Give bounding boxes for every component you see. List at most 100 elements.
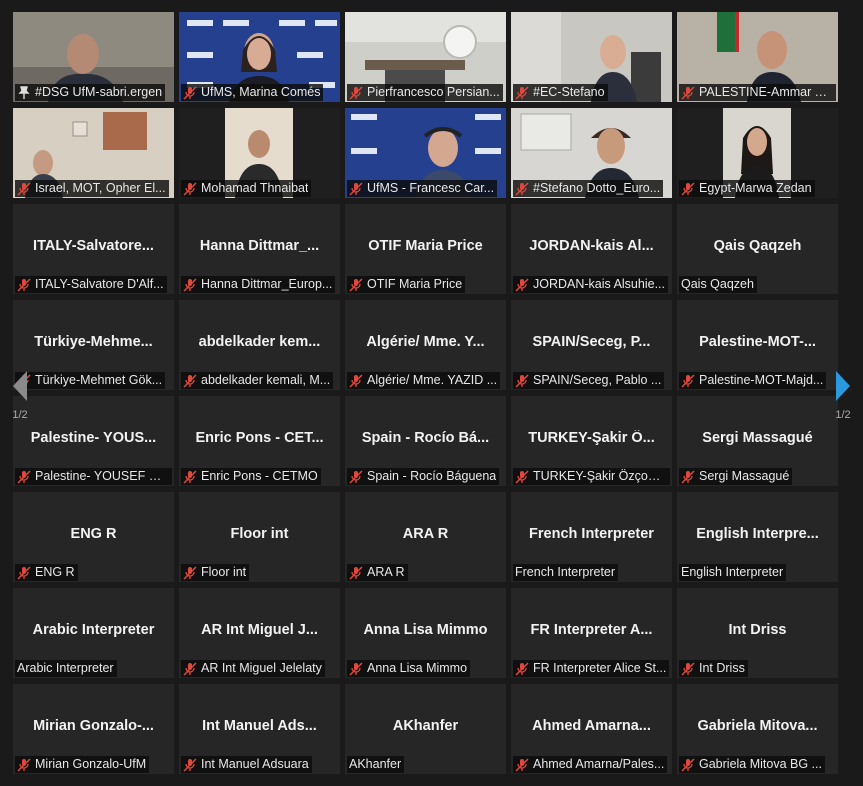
participant-name-label: AKhanfer [347, 756, 405, 773]
participant-tile[interactable]: English Interpre... English Interpreter [677, 492, 838, 582]
mic-muted-icon [681, 757, 695, 772]
mic-muted-icon [349, 277, 363, 292]
participant-tile-video[interactable]: PALESTINE-Ammar Ya... [677, 12, 838, 102]
participant-display-name: Sergi Massagué [702, 430, 813, 446]
mic-muted-icon [349, 565, 363, 580]
participant-tile[interactable]: abdelkader kem... abdelkader kemali, M..… [179, 300, 340, 390]
participant-display-name: TURKEY-Şakir Ö... [528, 430, 655, 446]
participant-tile[interactable]: Mirian Gonzalo-... Mirian Gonzalo-UfM [13, 684, 174, 774]
participant-name-text: Hanna Dittmar_Europ... [201, 277, 333, 291]
participant-name-text: Palestine-MOT-Majd... [699, 373, 824, 387]
participant-display-name: Palestine- YOUS... [30, 430, 157, 446]
participant-display-name: OTIF Maria Price [368, 238, 483, 254]
participant-tile[interactable]: TURKEY-Şakir Ö... TURKEY-Şakir Özçoban [511, 396, 672, 486]
participant-tile-video[interactable]: Israel, MOT, Opher El... [13, 108, 174, 198]
participant-tile[interactable]: Sergi Massagué Sergi Massagué [677, 396, 838, 486]
participant-name-text: English Interpreter [681, 565, 784, 579]
participant-name-label: Gabriela Mitova BG ... [679, 756, 825, 773]
participant-tile[interactable]: Gabriela Mitova... Gabriela Mitova BG ..… [677, 684, 838, 774]
participant-tile-video[interactable]: #EC-Stefano [511, 12, 672, 102]
participant-name-label: Mirian Gonzalo-UfM [15, 756, 150, 773]
previous-page-button[interactable]: 1/2 [0, 352, 40, 438]
participant-name-text: TURKEY-Şakir Özçoban [533, 469, 667, 483]
participant-name-text: Ahmed Amarna/Pales... [533, 757, 665, 771]
participant-name-text: Qais Qaqzeh [681, 277, 754, 291]
participant-name-text: Anna Lisa Mimmo [367, 661, 468, 675]
participant-tile-video[interactable]: Pierfrancesco Persian... [345, 12, 506, 102]
mic-muted-icon [183, 373, 197, 388]
participant-tile[interactable]: Spain - Rocío Bá... Spain - Rocío Báguen… [345, 396, 506, 486]
participant-name-label: ARA R [347, 564, 408, 581]
participant-name-label: SPAIN/Seceg, Pablo ... [513, 372, 665, 389]
participant-tile[interactable]: ENG R ENG R [13, 492, 174, 582]
participant-name-label: Mohamad Thnaibat [181, 180, 312, 197]
participant-display-name: ARA R [402, 526, 449, 542]
participant-display-name: abdelkader kem... [198, 334, 321, 350]
participant-name-label: abdelkader kemali, M... [181, 372, 334, 389]
participant-tile[interactable]: AR Int Miguel J... AR Int Miguel Jelelat… [179, 588, 340, 678]
mic-muted-icon [183, 757, 197, 772]
participant-name-label: Egypt-Marwa Zedan [679, 180, 815, 197]
participant-tile[interactable]: Int Manuel Ads... Int Manuel Adsuara [179, 684, 340, 774]
participant-tile[interactable]: AKhanfer AKhanfer [345, 684, 506, 774]
participant-name-text: Spain - Rocío Báguena [367, 469, 497, 483]
mic-muted-icon [515, 661, 529, 676]
participant-tile[interactable]: OTIF Maria Price OTIF Maria Price [345, 204, 506, 294]
participant-tile[interactable]: Floor int Floor int [179, 492, 340, 582]
participant-tile-video[interactable]: Mohamad Thnaibat [179, 108, 340, 198]
mic-muted-icon [17, 277, 31, 292]
participant-display-name: ITALY-Salvatore... [33, 238, 154, 254]
participant-name-text: Palestine- YOUSEF DA... [35, 469, 169, 483]
participant-tile[interactable]: Anna Lisa Mimmo Anna Lisa Mimmo [345, 588, 506, 678]
participant-display-name: Ahmed Amarna... [532, 718, 651, 734]
mic-muted-icon [349, 85, 363, 100]
participant-name-text: FR Interpreter Alice St... [533, 661, 667, 675]
participant-name-label: Algérie/ Mme. YAZID ... [347, 372, 501, 389]
participant-tile-video[interactable]: Egypt-Marwa Zedan [677, 108, 838, 198]
participant-tile[interactable]: Palestine-MOT-... Palestine-MOT-Majd... [677, 300, 838, 390]
participant-name-label: Arabic Interpreter [15, 660, 117, 677]
participant-tile[interactable]: Algérie/ Mme. Y... Algérie/ Mme. YAZID .… [345, 300, 506, 390]
participant-name-text: Int Driss [699, 661, 745, 675]
participant-tile[interactable]: Int Driss Int Driss [677, 588, 838, 678]
participant-name-label: Ahmed Amarna/Pales... [513, 756, 668, 773]
mic-muted-icon [515, 181, 529, 196]
participant-name-text: French Interpreter [515, 565, 616, 579]
participant-tile[interactable]: Hanna Dittmar_... Hanna Dittmar_Europ... [179, 204, 340, 294]
participant-name-label: UfMS, Marina Comés [181, 84, 324, 101]
mic-muted-icon [183, 469, 197, 484]
next-page-button[interactable]: 1/2 [823, 352, 863, 438]
mic-muted-icon [681, 181, 695, 196]
participant-display-name: Hanna Dittmar_... [199, 238, 320, 254]
participant-tile[interactable]: ITALY-Salvatore... ITALY-Salvatore D'Alf… [13, 204, 174, 294]
participant-name-label: Palestine-MOT-Majd... [679, 372, 827, 389]
participant-name-text: OTIF Maria Price [367, 277, 463, 291]
mic-muted-icon [349, 373, 363, 388]
participant-display-name: FR Interpreter A... [530, 622, 653, 638]
participant-tile[interactable]: Ahmed Amarna... Ahmed Amarna/Pales... [511, 684, 672, 774]
participant-tile[interactable]: French Interpreter French Interpreter [511, 492, 672, 582]
participant-tile[interactable]: Enric Pons - CET... Enric Pons - CETMO [179, 396, 340, 486]
participant-tile[interactable]: Qais Qaqzeh Qais Qaqzeh [677, 204, 838, 294]
participant-tile-video[interactable]: UfMS - Francesc Car... [345, 108, 506, 198]
participant-tile-video[interactable]: UfMS, Marina Comés [179, 12, 340, 102]
participant-tile[interactable]: FR Interpreter A... FR Interpreter Alice… [511, 588, 672, 678]
participant-tile[interactable]: Arabic Interpreter Arabic Interpreter [13, 588, 174, 678]
participant-display-name: Spain - Rocío Bá... [361, 430, 490, 446]
participant-tile[interactable]: SPAIN/Seceg, P... SPAIN/Seceg, Pablo ... [511, 300, 672, 390]
page-indicator: 1/2 [835, 409, 851, 421]
participant-tile-video[interactable]: #Stefano Dotto_Euro... [511, 108, 672, 198]
participant-name-text: Algérie/ Mme. YAZID ... [367, 373, 498, 387]
mic-muted-icon [183, 85, 197, 100]
participant-display-name: English Interpre... [696, 526, 819, 542]
chevron-left-icon [13, 371, 27, 401]
participant-tile[interactable]: ARA R ARA R [345, 492, 506, 582]
participant-display-name: Anna Lisa Mimmo [363, 622, 488, 638]
participant-name-label: Spain - Rocío Báguena [347, 468, 500, 485]
participant-name-label: TURKEY-Şakir Özçoban [513, 468, 670, 485]
participant-name-text: Türkiye-Mehmet Gök... [35, 373, 163, 387]
mic-muted-icon [17, 565, 31, 580]
participant-tile[interactable]: JORDAN-kais Al... JORDAN-kais Alsuhie... [511, 204, 672, 294]
mic-muted-icon [17, 181, 31, 196]
participant-tile-video[interactable]: #DSG UfM-sabri.ergen [13, 12, 174, 102]
